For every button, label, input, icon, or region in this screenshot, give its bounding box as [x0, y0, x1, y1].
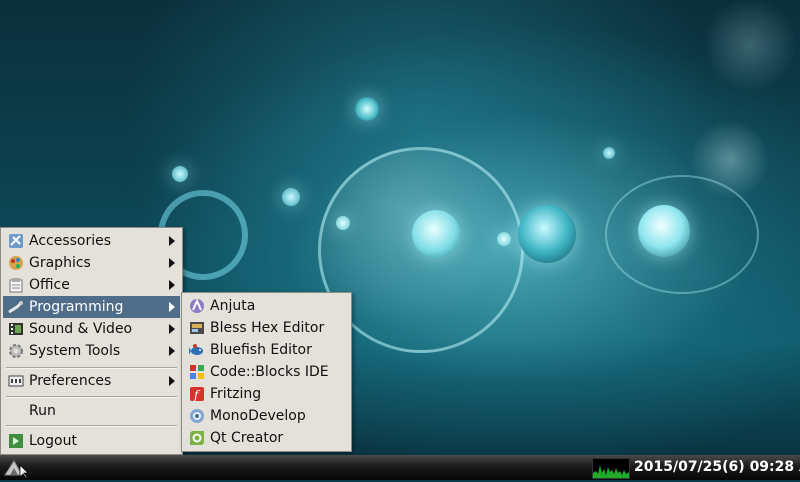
start-menu-button[interactable] — [2, 457, 30, 479]
submenu-item-qt-creator[interactable]: Qt Creator — [184, 427, 349, 449]
menu-item-run[interactable]: Run — [3, 400, 180, 422]
submenu-item-anjuta[interactable]: Anjuta — [184, 295, 349, 317]
menu-separator — [6, 396, 177, 398]
menu-item-programming[interactable]: Programming — [3, 296, 180, 318]
sound-video-icon — [8, 321, 24, 337]
submenu-item-codeblocks-ide[interactable]: Code::Blocks IDE — [184, 361, 349, 383]
menu-item-graphics[interactable]: Graphics — [3, 252, 180, 274]
submenu-arrow-icon — [169, 302, 175, 312]
wallpaper-bubble — [497, 232, 511, 246]
menu-item-accessories[interactable]: Accessories — [3, 230, 180, 252]
submenu-arrow-icon — [169, 258, 175, 268]
submenu-arrow-icon — [169, 324, 175, 334]
taskbar: 2015/07/25(6) 09:28 AM — [0, 455, 800, 480]
submenu-arrow-icon — [169, 376, 175, 386]
submenu-arrow-icon — [169, 280, 175, 290]
wallpaper-bubble — [172, 166, 188, 182]
system-tools-icon — [8, 343, 24, 359]
application-menu: Accessories Graphics Office Programming … — [0, 227, 183, 455]
office-icon — [8, 277, 24, 293]
cpu-graph-icon[interactable] — [592, 458, 630, 479]
menu-item-office[interactable]: Office — [3, 274, 180, 296]
wallpaper-bubble — [412, 210, 460, 258]
submenu-item-fritzing[interactable]: f Fritzing — [184, 383, 349, 405]
logout-icon — [8, 433, 24, 449]
start-menu-icon — [2, 460, 30, 482]
wallpaper-bubble — [638, 205, 690, 257]
taskbar-clock[interactable]: 2015/07/25(6) 09:28 AM — [634, 455, 800, 480]
menu-item-logout[interactable]: Logout — [3, 430, 180, 452]
fritzing-icon: f — [189, 386, 205, 402]
menu-item-preferences[interactable]: Preferences — [3, 370, 180, 392]
wallpaper-bubble — [282, 188, 300, 206]
wallpaper-bubble — [355, 97, 379, 121]
anjuta-icon — [189, 298, 205, 314]
submenu-item-bless-hex-editor[interactable]: Bless Hex Editor — [184, 317, 349, 339]
submenu-item-bluefish-editor[interactable]: Bluefish Editor — [184, 339, 349, 361]
programming-submenu: Anjuta Bless Hex Editor Bluefish Editor … — [181, 292, 352, 452]
menu-item-system-tools[interactable]: System Tools — [3, 340, 180, 362]
monodevelop-icon — [189, 408, 205, 424]
wallpaper-bubble — [700, 0, 800, 90]
wallpaper-bubble — [518, 205, 576, 263]
bless-icon — [189, 320, 205, 336]
wallpaper-bubble — [690, 120, 770, 200]
menu-separator — [6, 425, 177, 427]
submenu-arrow-icon — [169, 346, 175, 356]
menu-separator — [6, 367, 177, 369]
wallpaper-bubble — [336, 216, 350, 230]
preferences-icon — [8, 373, 24, 389]
programming-icon — [8, 299, 24, 315]
submenu-item-monodevelop[interactable]: MonoDevelop — [184, 405, 349, 427]
graphics-icon — [8, 255, 24, 271]
accessories-icon — [8, 233, 24, 249]
menu-item-sound-video[interactable]: Sound & Video — [3, 318, 180, 340]
codeblocks-icon — [189, 364, 205, 380]
submenu-arrow-icon — [169, 236, 175, 246]
wallpaper-bubble — [603, 147, 615, 159]
bluefish-icon — [189, 342, 205, 358]
qtcreator-icon — [189, 430, 205, 446]
